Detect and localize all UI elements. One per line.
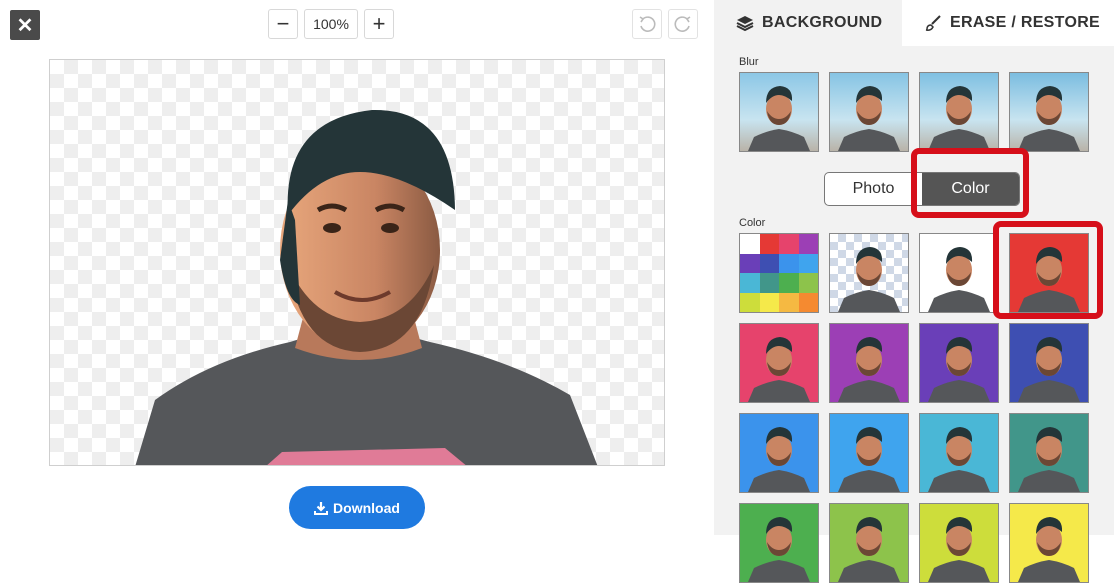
zoom-in-button[interactable]: +	[364, 9, 394, 39]
transparent-color-thumbnail[interactable]	[829, 233, 909, 313]
color-thumbnail[interactable]	[1009, 323, 1089, 403]
color-thumbnail[interactable]	[919, 323, 999, 403]
palette-swatch	[798, 273, 818, 293]
tab-erase-restore[interactable]: ERASE / RESTORE	[902, 0, 1114, 46]
redo-icon	[674, 16, 691, 32]
blur-thumbnail[interactable]	[1009, 72, 1089, 152]
color-thumbnail[interactable]	[919, 233, 999, 313]
palette-swatch	[798, 234, 818, 254]
history-controls	[632, 9, 698, 39]
color-thumbnail[interactable]	[919, 503, 999, 583]
color-thumbnail[interactable]	[739, 503, 819, 583]
palette-swatch	[740, 234, 760, 254]
palette-swatch	[759, 273, 779, 293]
tab-background[interactable]: BACKGROUND	[714, 0, 924, 46]
toggle-color[interactable]: Color	[922, 173, 1019, 205]
layers-icon	[736, 16, 754, 32]
blur-thumbnail[interactable]	[829, 72, 909, 152]
toggle-photo[interactable]: Photo	[825, 173, 922, 205]
download-button[interactable]: Download	[289, 486, 425, 529]
color-thumbnail[interactable]	[1009, 413, 1089, 493]
palette-swatch	[779, 273, 799, 293]
panel-tabs: BACKGROUND ERASE / RESTORE	[714, 0, 1114, 46]
download-icon	[314, 501, 329, 515]
person-cutout-image	[135, 109, 598, 465]
photo-color-toggle: Photo Color	[824, 172, 1020, 206]
zoom-out-button[interactable]: −	[268, 9, 298, 39]
color-thumbnail[interactable]	[739, 413, 819, 493]
undo-icon	[639, 16, 656, 32]
palette-swatch	[759, 292, 779, 312]
download-label: Download	[333, 499, 400, 516]
color-thumbnail[interactable]	[739, 323, 819, 403]
palette-swatch	[779, 234, 799, 254]
palette-swatch	[779, 292, 799, 312]
palette-swatch	[798, 292, 818, 312]
color-thumbnail[interactable]	[1009, 503, 1089, 583]
redo-button[interactable]	[668, 9, 698, 39]
color-section-label: Color	[739, 217, 766, 229]
tab-erase-restore-label: ERASE / RESTORE	[950, 14, 1101, 31]
blur-thumbnail[interactable]	[739, 72, 819, 152]
blur-thumbnail[interactable]	[919, 72, 999, 152]
color-thumbnail[interactable]	[829, 323, 909, 403]
tab-background-label: BACKGROUND	[762, 14, 883, 31]
color-thumbnail[interactable]	[829, 413, 909, 493]
blur-section-label: Blur	[739, 56, 759, 68]
palette-swatch	[740, 292, 760, 312]
color-thumbnail-selected[interactable]	[1009, 233, 1089, 313]
palette-swatch	[779, 253, 799, 273]
palette-swatch	[759, 234, 779, 254]
brush-icon	[925, 15, 941, 31]
palette-swatch	[798, 253, 818, 273]
palette-swatch	[740, 253, 760, 273]
zoom-level: 100%	[304, 9, 358, 39]
palette-swatch	[740, 273, 760, 293]
color-thumbnail[interactable]	[919, 413, 999, 493]
close-button[interactable]: ✕	[10, 10, 40, 40]
zoom-controls: − 100% +	[268, 9, 394, 39]
undo-button[interactable]	[632, 9, 662, 39]
color-thumbnail[interactable]	[829, 503, 909, 583]
palette-swatch	[759, 253, 779, 273]
color-palette-thumbnail[interactable]	[739, 233, 819, 313]
image-canvas[interactable]	[49, 59, 665, 466]
